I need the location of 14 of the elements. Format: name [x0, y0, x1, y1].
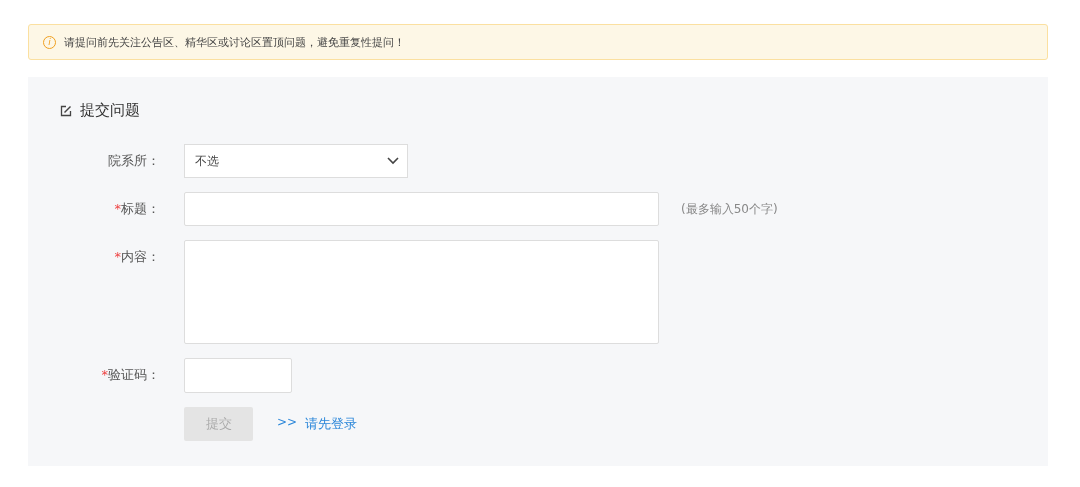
form-title: 提交问题	[80, 101, 140, 120]
edit-icon	[60, 104, 72, 117]
field-hint: (最多输入50个字)	[681, 201, 778, 218]
content-textarea[interactable]	[184, 240, 659, 344]
department-select[interactable]: 不选	[184, 144, 408, 178]
chevron-down-icon	[387, 157, 399, 165]
title-input[interactable]	[184, 192, 659, 226]
login-link[interactable]: >> 请先登录	[277, 415, 358, 433]
field-label: *内容：	[113, 248, 160, 266]
field-label: *验证码：	[100, 366, 160, 384]
notice-text: 请提问前先关注公告区、精华区或讨论区置顶问题，避免重复性提问！	[64, 34, 405, 50]
field-label: *标题：	[113, 200, 160, 218]
captcha-input[interactable]	[184, 358, 292, 393]
field-label: 院系所：	[107, 152, 160, 170]
